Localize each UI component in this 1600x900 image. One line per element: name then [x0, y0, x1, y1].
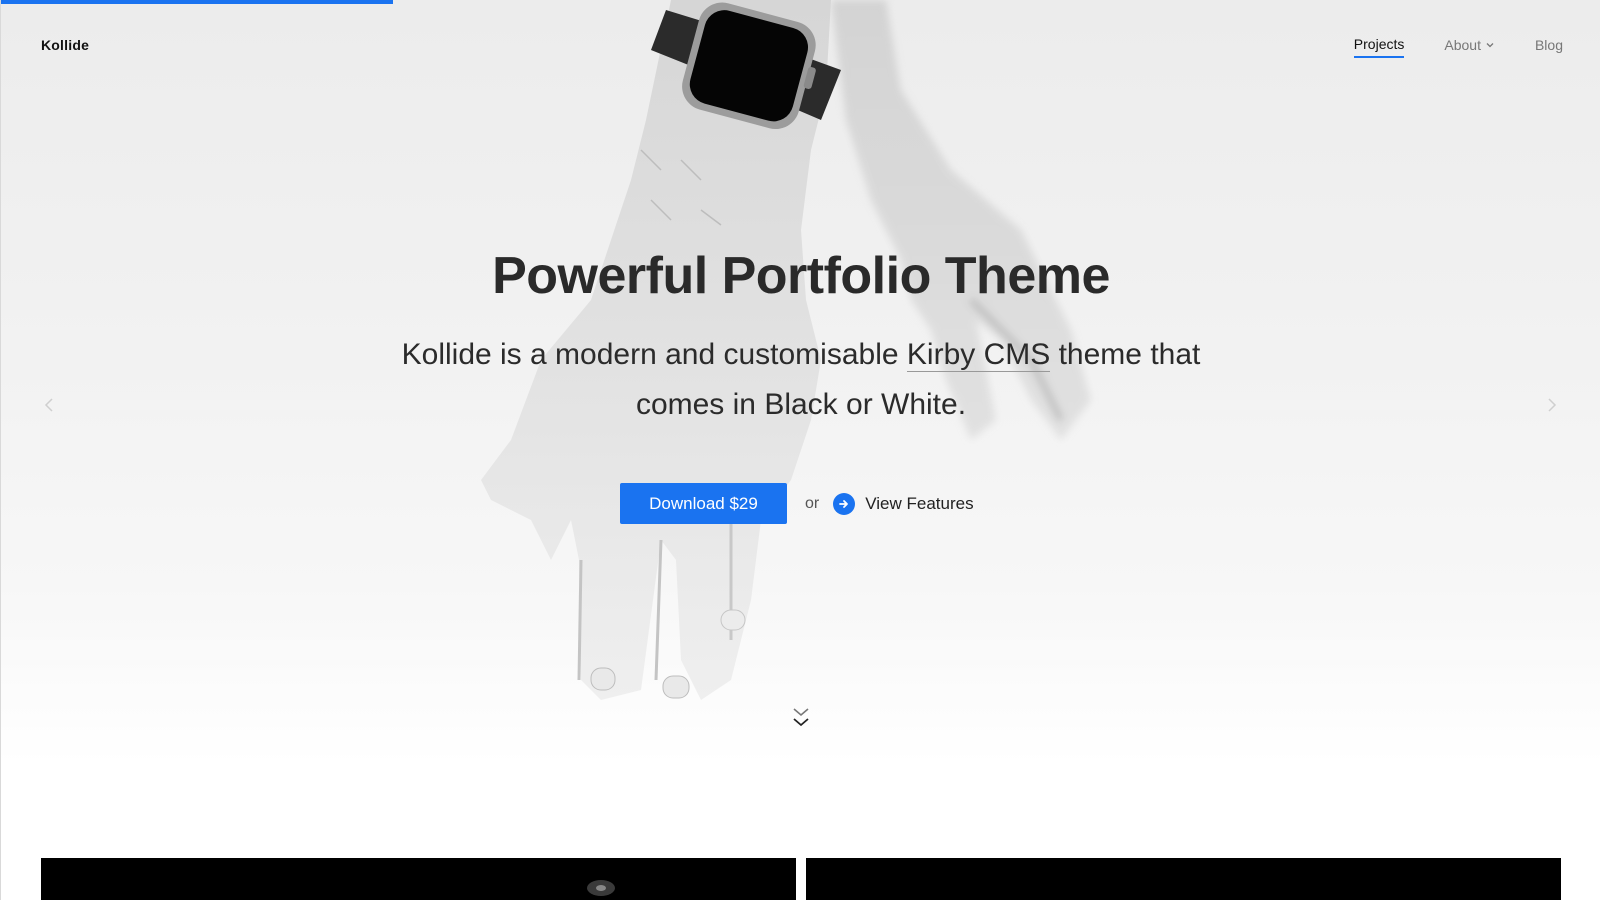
nav-item-blog[interactable]: Blog [1535, 37, 1563, 57]
download-button[interactable]: Download $29 [620, 483, 787, 524]
nav-item-about[interactable]: About [1444, 37, 1495, 57]
chevron-right-icon[interactable] [1546, 398, 1558, 412]
hero-cta-row: Download $29 or View Features [620, 483, 974, 524]
page: Kollide Projects About Blog Powerful Por… [0, 0, 1600, 900]
chevron-left-icon[interactable] [43, 398, 55, 412]
hero-subtitle: Kollide is a modern and customisable Kir… [401, 330, 1201, 430]
nav-item-projects[interactable]: Projects [1353, 36, 1405, 58]
double-chevron-down-icon[interactable] [790, 703, 812, 735]
or-separator: or [805, 494, 820, 512]
site-header: Kollide Projects About Blog [1, 0, 1600, 92]
view-features-label: View Features [865, 493, 974, 513]
project-card-2[interactable] [806, 858, 1561, 900]
hero-title: Powerful Portfolio Theme [492, 247, 1110, 305]
chevron-down-icon [1486, 43, 1494, 48]
project-thumbnail-image [587, 880, 615, 896]
kirby-cms-link[interactable]: Kirby CMS [906, 338, 1051, 372]
nav-item-label: Blog [1534, 37, 1563, 53]
nav-item-label: Projects [1353, 36, 1405, 52]
arrow-right-circle-icon [833, 492, 856, 515]
site-logo[interactable]: Kollide [41, 37, 89, 53]
project-card-1[interactable] [41, 858, 796, 900]
main-nav: Projects About Blog [1314, 36, 1563, 58]
view-features-link[interactable]: View Features [833, 492, 974, 515]
hero-subtitle-text: Kollide is a modern and customisable [401, 338, 907, 371]
nav-item-label: About [1444, 37, 1481, 53]
